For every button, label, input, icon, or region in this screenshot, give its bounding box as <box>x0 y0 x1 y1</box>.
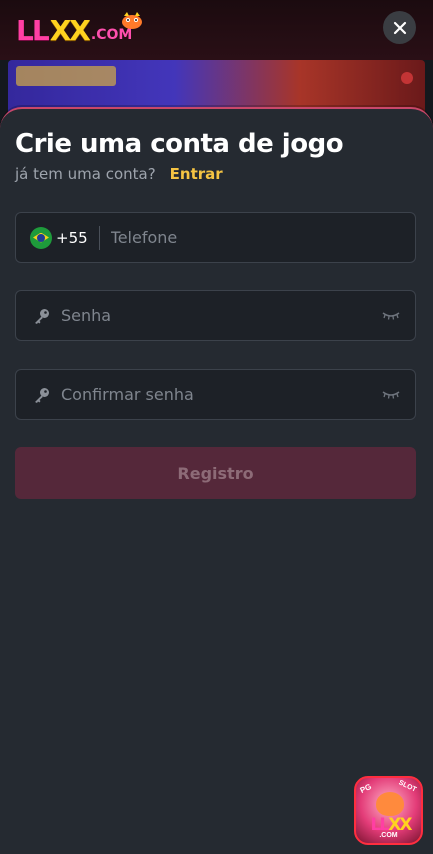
site-nav <box>150 18 230 38</box>
login-prompt: já tem uma conta? Entrar <box>15 165 223 183</box>
key-icon <box>32 306 52 326</box>
brazil-flag-icon[interactable] <box>30 226 52 249</box>
confirm-password-input[interactable] <box>61 370 381 419</box>
mascot-icon <box>376 792 404 816</box>
key-icon <box>32 385 52 405</box>
badge-logo-suffix: .COM <box>379 832 398 839</box>
dial-code[interactable]: +55 <box>56 229 88 247</box>
banner-tag <box>16 66 116 86</box>
register-sheet: Crie uma conta de jogo já tem uma conta?… <box>0 107 433 854</box>
logo-part1: LL <box>16 14 50 47</box>
logo-part2: XX <box>49 14 91 47</box>
phone-input[interactable] <box>110 213 415 262</box>
eye-closed-icon[interactable] <box>381 385 401 405</box>
badge-tag-right: SLOT <box>397 779 418 794</box>
register-button[interactable]: Registro <box>15 447 416 499</box>
phone-field: +55 <box>15 212 416 263</box>
login-prompt-text: já tem uma conta? <box>15 165 156 183</box>
page-title: Crie uma conta de jogo <box>15 129 344 159</box>
site-logo: LL XX .COM <box>16 12 142 47</box>
password-input[interactable] <box>61 291 381 340</box>
login-link[interactable]: Entrar <box>170 165 223 183</box>
field-divider <box>98 225 100 250</box>
close-button[interactable] <box>383 11 416 44</box>
password-field <box>15 290 416 341</box>
eye-closed-icon[interactable] <box>381 306 401 326</box>
close-icon <box>393 21 406 34</box>
badge-tag-left: PG <box>358 781 373 796</box>
app-download-badge[interactable]: PG SLOT LLXX .COM <box>354 776 423 845</box>
confirm-password-field <box>15 369 416 420</box>
mascot-icon <box>122 12 142 29</box>
banner-dot <box>401 72 413 84</box>
